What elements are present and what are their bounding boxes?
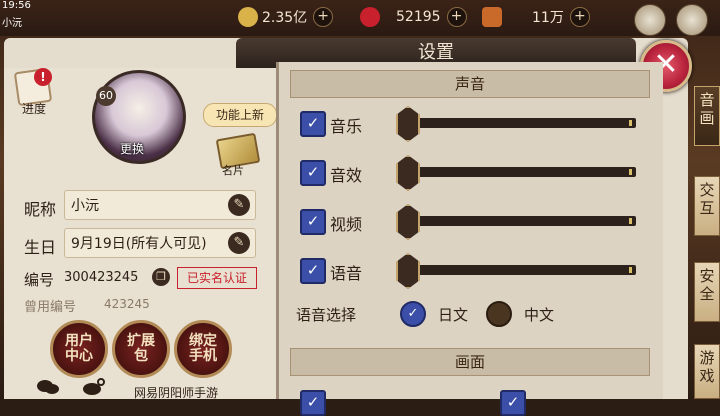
home-icon[interactable] — [676, 4, 708, 36]
clock-text: 19:56 — [2, 0, 31, 11]
voice-select-label: 语音选择 — [296, 306, 357, 324]
add-jade-button[interactable]: + — [446, 7, 467, 27]
tab-security[interactable]: 安 全 — [694, 262, 720, 322]
alert-icon: ! — [34, 68, 52, 86]
name-card-label: 名片 — [222, 164, 244, 177]
tab-game[interactable]: 游 戏 — [694, 344, 720, 399]
display-option-checkbox[interactable]: ✓ — [300, 390, 326, 416]
sfx-slider[interactable] — [396, 155, 636, 191]
coin-icon — [238, 7, 258, 27]
voice-checkbox[interactable]: ✓ — [300, 258, 326, 284]
old-id-value: 423245 — [104, 297, 150, 311]
birthday-label: 生日 — [24, 238, 57, 257]
japanese-label: 日文 — [438, 306, 469, 324]
stamina-icon — [482, 7, 502, 27]
footer-text: 网易阴阳师手游 — [134, 386, 219, 400]
top-status-bar: 19:56 小沅 2.35亿 + 52195 + 11万 + — [0, 0, 720, 36]
level-badge: 60 — [96, 86, 116, 106]
resource-jade: 52195 + — [360, 6, 467, 28]
coin-value: 2.35亿 — [262, 10, 308, 26]
video-label: 视频 — [330, 215, 363, 234]
display-option-checkbox-2[interactable]: ✓ — [500, 390, 526, 416]
avatar-button[interactable]: 60 更换 — [92, 70, 186, 164]
resource-coin: 2.35亿 + — [238, 6, 334, 28]
wechat-icon[interactable] — [36, 378, 60, 396]
jade-value: 52195 — [396, 9, 441, 25]
sound-section-header: 声音 — [290, 70, 650, 98]
user-text: 小沅 — [2, 18, 22, 29]
nickname-label: 昵称 — [24, 200, 57, 219]
id-value: 300423245 — [64, 270, 139, 285]
jade-icon — [360, 7, 380, 27]
tab-interaction[interactable]: 交 互 — [694, 176, 720, 236]
bind-phone-button[interactable]: 绑定 手机 — [174, 320, 232, 378]
add-coin-button[interactable]: + — [313, 7, 334, 27]
sfx-label: 音效 — [330, 166, 363, 185]
tab-audio-visual[interactable]: 音 画 — [694, 86, 720, 146]
edit-nickname-icon[interactable]: ✎ — [228, 194, 250, 216]
old-id-label: 曾用编号 — [24, 300, 77, 315]
id-label: 编号 — [24, 271, 55, 289]
sfx-checkbox[interactable]: ✓ — [300, 160, 326, 186]
new-feature-tooltip: 功能上新 — [203, 103, 277, 127]
chinese-radio[interactable] — [486, 301, 512, 327]
display-section-header: 画面 — [290, 348, 650, 376]
copy-id-icon[interactable]: ❐ — [152, 268, 170, 286]
music-checkbox[interactable]: ✓ — [300, 111, 326, 137]
chinese-label: 中文 — [524, 306, 555, 324]
video-slider[interactable] — [396, 204, 636, 240]
music-slider[interactable] — [396, 106, 636, 142]
change-avatar-label: 更换 — [120, 142, 145, 156]
voice-label: 语音 — [330, 264, 363, 283]
progress-label: 进度 — [22, 102, 47, 116]
add-stamina-button[interactable]: + — [569, 7, 590, 27]
edit-birthday-icon[interactable]: ✎ — [228, 232, 250, 254]
verified-badge: 已实名认证 — [177, 267, 257, 289]
stamina-value: 11万 — [532, 10, 564, 26]
menu-icon[interactable] — [634, 4, 666, 36]
expansion-pack-button[interactable]: 扩展 包 — [112, 320, 170, 378]
voice-slider[interactable] — [396, 253, 636, 289]
resource-stamina: 11万 + — [482, 6, 590, 28]
video-checkbox[interactable]: ✓ — [300, 209, 326, 235]
weibo-icon[interactable] — [82, 378, 106, 396]
music-label: 音乐 — [330, 117, 363, 136]
japanese-radio[interactable]: ✓ — [400, 301, 426, 327]
user-center-button[interactable]: 用户 中心 — [50, 320, 108, 378]
